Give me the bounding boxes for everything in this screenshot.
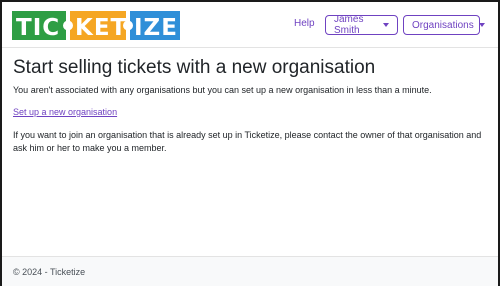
help-link[interactable]: Help	[294, 18, 315, 29]
user-menu-label: James Smith	[334, 14, 364, 36]
page-frame: TIC KET IZE Help James Smith Organisatio…	[0, 0, 500, 286]
main-content: Start selling tickets with a new organis…	[13, 56, 491, 155]
organisations-menu-label: Organisations	[412, 19, 474, 31]
footer: © 2024 - Ticketize	[2, 256, 498, 286]
intro-text: You aren't associated with any organisat…	[13, 85, 432, 95]
contact-owner-text: If you want to join an organisation that…	[13, 130, 482, 153]
footer-copyright: © 2024 - Ticketize	[13, 267, 86, 277]
ticketize-logo[interactable]: TIC KET IZE	[12, 11, 180, 40]
svg-text:KET: KET	[75, 15, 127, 40]
organisations-dropdown[interactable]: Organisations	[403, 15, 485, 35]
svg-text:IZE: IZE	[134, 15, 178, 40]
caret-down-icon	[383, 23, 389, 27]
navbar: TIC KET IZE Help James Smith Organisatio…	[2, 2, 498, 48]
user-menu-dropdown[interactable]: James Smith	[325, 14, 398, 36]
setup-organisation-link[interactable]: Set up a new organisation	[13, 107, 117, 117]
page-title: Start selling tickets with a new organis…	[13, 57, 376, 78]
svg-text:TIC: TIC	[16, 15, 60, 40]
ticketize-logo-graphic: TIC KET IZE	[12, 11, 180, 40]
caret-down-icon	[478, 23, 485, 27]
